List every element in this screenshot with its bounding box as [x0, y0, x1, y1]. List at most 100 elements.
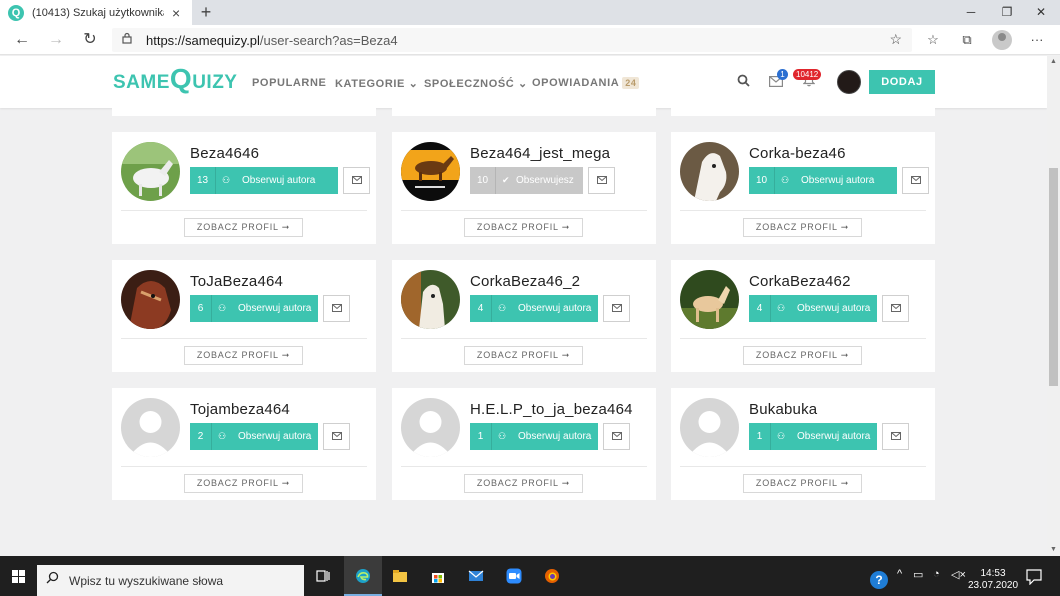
- quiz-count-badge: 1: [470, 423, 492, 450]
- send-message-button[interactable]: [603, 423, 630, 450]
- card-divider: [121, 466, 367, 467]
- username[interactable]: Corka-beza46: [749, 145, 846, 162]
- follow-author-button[interactable]: ⚇ Obserwuj autora: [212, 423, 318, 450]
- default-avatar-icon[interactable]: [401, 398, 460, 457]
- send-message-button[interactable]: [323, 295, 350, 322]
- view-profile-button[interactable]: ZOBACZ PROFIL ➞: [743, 346, 862, 365]
- back-arrow-icon[interactable]: ←: [12, 30, 32, 50]
- card-divider: [401, 466, 647, 467]
- user-plus-icon: ⚇: [218, 303, 227, 313]
- samequizy-logo[interactable]: SAMEQUIZY: [113, 65, 238, 94]
- collections-icon[interactable]: ⧉: [958, 31, 976, 49]
- volume-icon[interactable]: ◁×: [951, 568, 966, 581]
- menu-opowiadania[interactable]: OPOWIADANIA 24: [532, 77, 640, 89]
- follow-author-button[interactable]: ⚇ Obserwuj autora: [771, 423, 877, 450]
- store-icon[interactable]: [419, 556, 457, 596]
- horse-red-icon[interactable]: [121, 270, 180, 329]
- zoom-icon[interactable]: [495, 556, 533, 596]
- scroll-thumb[interactable]: [1049, 168, 1058, 386]
- horse-brown-sunset-icon[interactable]: [401, 142, 460, 201]
- send-message-button[interactable]: [323, 423, 350, 450]
- follow-author-button[interactable]: ⚇ Obserwuj autora: [212, 295, 318, 322]
- username[interactable]: ToJaBeza464: [190, 273, 283, 290]
- follow-author-button[interactable]: ⚇ Obserwuj autora: [775, 167, 897, 194]
- view-profile-button[interactable]: ZOBACZ PROFIL ➞: [464, 474, 583, 493]
- refresh-icon[interactable]: ↻: [80, 30, 100, 50]
- firefox-icon[interactable]: [533, 556, 571, 596]
- following-button[interactable]: ✔ Obserwujesz: [496, 167, 583, 194]
- follow-author-button[interactable]: ⚇ Obserwuj autora: [216, 167, 338, 194]
- follow-label: Obserwuj autora: [518, 303, 592, 314]
- menu-spolecznosc[interactable]: SPOŁECZNOŚĆ ⌄: [424, 77, 528, 90]
- battery-icon[interactable]: ▭: [913, 568, 923, 581]
- username[interactable]: CorkaBeza462: [749, 273, 851, 290]
- default-avatar-icon[interactable]: [680, 398, 739, 457]
- task-view-icon[interactable]: [304, 556, 342, 596]
- send-message-button[interactable]: [588, 167, 615, 194]
- horse-white-grass-icon[interactable]: [121, 142, 180, 201]
- windows-logo-icon: [12, 570, 25, 583]
- default-avatar-icon[interactable]: [121, 398, 180, 457]
- follow-author-button[interactable]: ⚇ Obserwuj autora: [492, 295, 598, 322]
- add-button[interactable]: DODAJ: [869, 70, 935, 94]
- view-profile-button[interactable]: ZOBACZ PROFIL ➞: [743, 218, 862, 237]
- username[interactable]: CorkaBeza46_2: [470, 273, 580, 290]
- system-clock[interactable]: 14:53 23.07.2020: [968, 568, 1018, 592]
- file-explorer-icon[interactable]: [381, 556, 419, 596]
- username[interactable]: Tojambeza464: [190, 401, 290, 418]
- edge-browser-icon[interactable]: [344, 556, 382, 596]
- restore-icon[interactable]: ❐: [988, 0, 1026, 25]
- url-input[interactable]: https://samequizy.pl/user-search?as=Beza…: [112, 28, 912, 52]
- favorites-icon[interactable]: ☆: [924, 31, 942, 49]
- site-header: SAMEQUIZY POPULARNE KATEGORIE ⌄ SPOŁECZN…: [0, 56, 1047, 108]
- search-icon[interactable]: [737, 74, 750, 90]
- send-message-button[interactable]: [343, 167, 370, 194]
- new-tab-icon[interactable]: +: [196, 2, 216, 22]
- more-options-icon[interactable]: ···: [1028, 31, 1046, 49]
- mail-icon[interactable]: [457, 556, 495, 596]
- follow-author-button[interactable]: ⚇ Obserwuj autora: [771, 295, 877, 322]
- menu-popularne[interactable]: POPULARNE: [252, 77, 326, 89]
- page-scrollbar[interactable]: ▲ ▼: [1047, 56, 1060, 556]
- show-hidden-icons-icon[interactable]: ^: [897, 568, 902, 580]
- browser-profile-icon[interactable]: [992, 30, 1012, 50]
- send-message-button[interactable]: [882, 295, 909, 322]
- view-profile-button[interactable]: ZOBACZ PROFIL ➞: [184, 218, 303, 237]
- send-message-button[interactable]: [882, 423, 909, 450]
- favorite-star-icon[interactable]: ☆: [889, 31, 902, 48]
- send-message-button[interactable]: [902, 167, 929, 194]
- taskbar-search-input[interactable]: Wpisz tu wyszukiwane słowa: [37, 565, 304, 596]
- horse-white-head-icon[interactable]: [680, 142, 739, 201]
- start-button[interactable]: [0, 556, 36, 596]
- network-icon[interactable]: ◔: [933, 568, 940, 580]
- user-avatar[interactable]: [837, 70, 861, 94]
- minimize-icon[interactable]: ─: [952, 0, 990, 25]
- forward-arrow-icon[interactable]: →: [46, 30, 66, 50]
- horse-palomino-icon[interactable]: [680, 270, 739, 329]
- close-window-icon[interactable]: ✕: [1022, 0, 1060, 25]
- view-profile-button[interactable]: ZOBACZ PROFIL ➞: [464, 346, 583, 365]
- logo-q: Q: [169, 63, 193, 94]
- username[interactable]: Beza4646: [190, 145, 259, 162]
- clock-date: 23.07.2020: [968, 580, 1019, 591]
- url-text: https://samequizy.pl/user-search?as=Beza…: [146, 33, 398, 48]
- logo-part2: UIZY: [192, 72, 238, 93]
- username[interactable]: Beza464_jest_mega: [470, 145, 610, 162]
- horse-white-forest-icon[interactable]: [401, 270, 460, 329]
- help-icon[interactable]: ?: [870, 571, 888, 589]
- notification-center-icon[interactable]: [1025, 569, 1043, 585]
- scroll-down-icon[interactable]: ▼: [1047, 544, 1060, 556]
- tab-close-icon[interactable]: ×: [172, 6, 180, 20]
- browser-tab[interactable]: Q (10413) Szukaj użytkownika | samequizy…: [0, 0, 192, 25]
- view-profile-button[interactable]: ZOBACZ PROFIL ➞: [184, 346, 303, 365]
- send-message-button[interactable]: [603, 295, 630, 322]
- view-profile-button[interactable]: ZOBACZ PROFIL ➞: [184, 474, 303, 493]
- username[interactable]: H.E.L.P_to_ja_beza464: [470, 401, 633, 418]
- scroll-up-icon[interactable]: ▲: [1047, 56, 1060, 68]
- view-profile-button[interactable]: ZOBACZ PROFIL ➞: [464, 218, 583, 237]
- user-card: Beza4646 13 ⚇ Obserwuj autora ZOBACZ PRO…: [112, 132, 376, 244]
- menu-kategorie[interactable]: KATEGORIE ⌄: [335, 77, 418, 90]
- username[interactable]: Bukabuka: [749, 401, 817, 418]
- follow-author-button[interactable]: ⚇ Obserwuj autora: [492, 423, 598, 450]
- view-profile-button[interactable]: ZOBACZ PROFIL ➞: [743, 474, 862, 493]
